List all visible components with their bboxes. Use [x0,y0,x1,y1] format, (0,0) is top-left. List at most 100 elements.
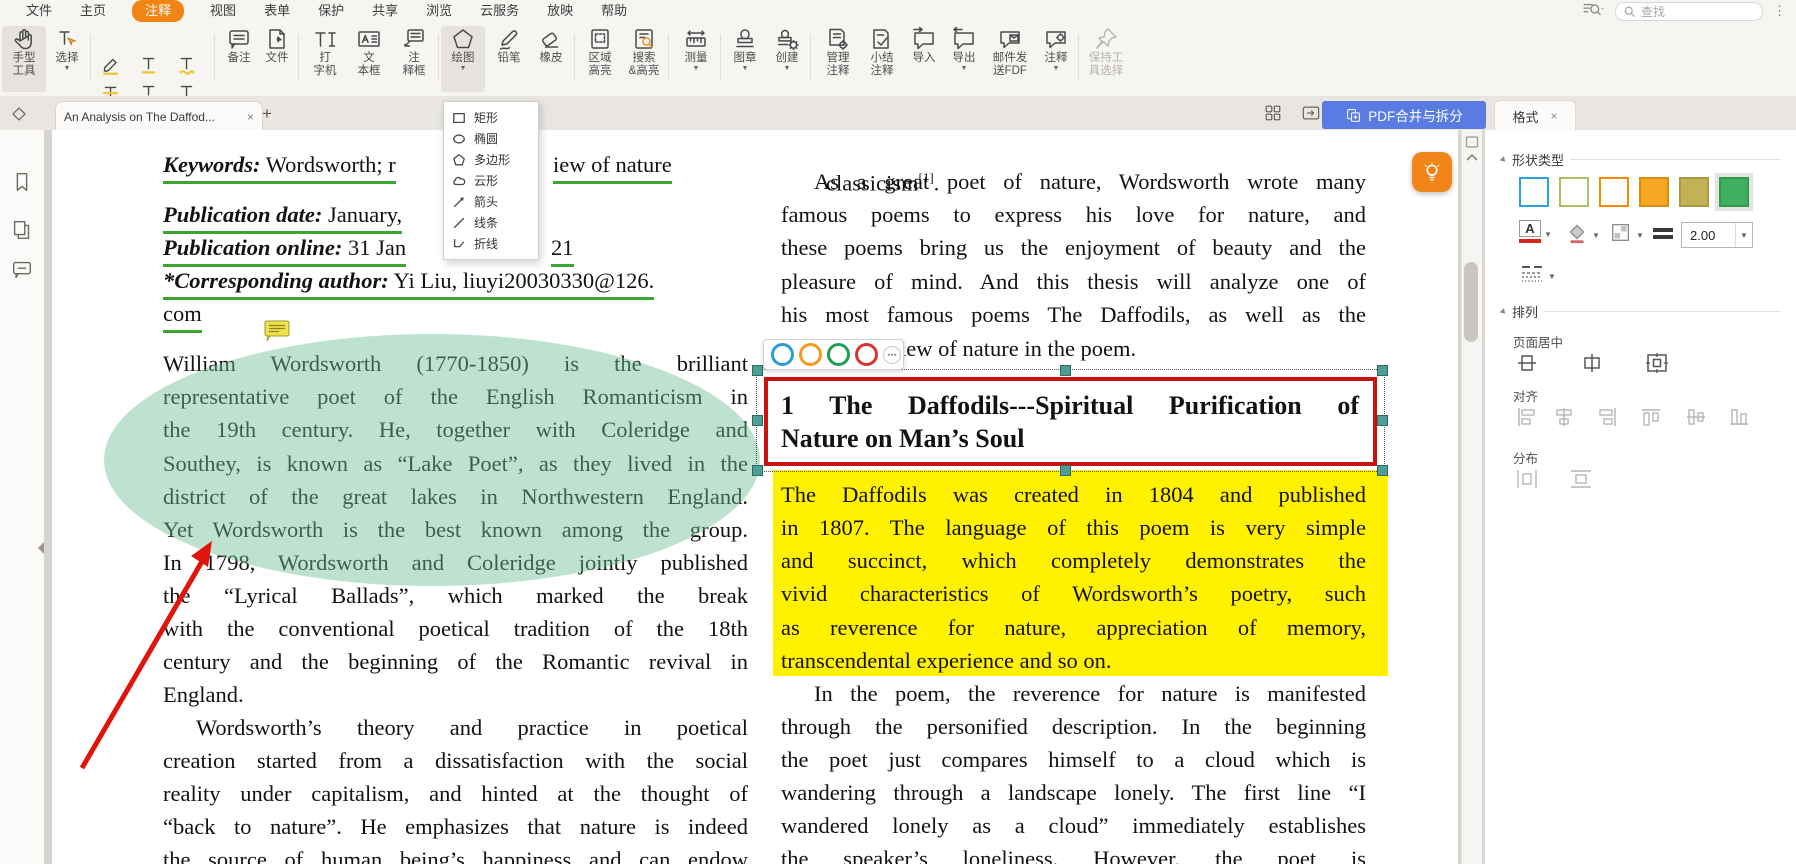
resize-handle[interactable] [1377,365,1388,376]
shape-type-section[interactable]: 形状类型 [1501,150,1781,169]
shape-style-swatch[interactable] [1719,177,1749,207]
hand-tool-button[interactable]: 手型 工具 [2,26,46,92]
area-highlight-button[interactable]: 区域 高亮 [578,26,622,92]
align-bottom-button[interactable] [1727,406,1751,428]
border-color-button[interactable]: A ▼ [1519,220,1552,243]
align-center-horizontal-button[interactable] [1552,406,1576,428]
export-comments-button[interactable]: 导出▼ [944,26,984,92]
align-left-button[interactable] [1515,406,1539,428]
format-tab-close-icon[interactable]: × [1551,109,1558,123]
center-horizontal-button[interactable] [1515,352,1539,374]
draw-button[interactable]: 绘图▼ [441,26,485,92]
textbox-button[interactable]: 文 本框 [348,26,390,92]
draw-menu-item-cloud[interactable]: 云形 [444,170,538,191]
red-rectangle-annotation[interactable] [764,377,1377,466]
summarize-comments-button[interactable]: 小结 注释 [860,26,904,92]
orange-color-swatch[interactable] [799,343,822,366]
draw-menu-item-polyline[interactable]: 折线 [444,233,538,254]
import-comments-button[interactable]: 导入 [904,26,944,92]
menu-item[interactable]: 云服务 [478,1,521,21]
note-button[interactable]: 备注 [220,26,258,92]
document-tab[interactable]: An Analysis on The Daffod... × [55,101,263,131]
align-top-button[interactable] [1639,406,1663,428]
menu-item[interactable]: 主页 [78,1,108,21]
vertical-scrollbar[interactable] [1461,130,1482,864]
resize-handle[interactable] [1060,365,1071,376]
create-stamp-button[interactable]: 创建▼ [766,26,808,92]
resize-handle[interactable] [752,365,763,376]
panel-toggle-icon[interactable] [1300,102,1322,124]
draw-menu-item-ellipse[interactable]: 椭圆 [444,128,538,149]
manage-comments-button[interactable]: 管理 注释 [816,26,860,92]
scrollbar-thumb[interactable] [1464,262,1478,342]
opacity-button[interactable]: ▼ [1609,220,1644,244]
measure-button[interactable]: 测量▼ [674,26,718,92]
scroll-page-icon[interactable] [1465,136,1479,148]
keep-tool-selected-button[interactable]: 保持工 具选择 [1082,26,1130,92]
highlight-tool[interactable] [96,52,126,78]
comments-panel-icon[interactable] [10,258,34,282]
draw-menu-item-polygon[interactable]: 多边形 [444,149,538,170]
resize-handle[interactable] [1377,415,1388,426]
underline-tool[interactable] [134,52,164,78]
pdf-merge-split-button[interactable]: PDF合并与拆分 [1322,101,1486,129]
more-colors-icon[interactable]: ••• [883,346,901,364]
shape-style-swatch[interactable] [1559,177,1589,207]
shape-style-swatch[interactable] [1639,177,1669,207]
scroll-up-icon[interactable] [1465,152,1479,162]
arrange-section[interactable]: 排列 [1501,302,1781,321]
menu-item[interactable]: 表单 [262,1,292,21]
file-attach-button[interactable]: 文件 [258,26,296,92]
email-fdf-button[interactable]: 邮件发 送FDF [984,26,1036,92]
line-style-button[interactable]: ▼ [1519,263,1556,285]
search-highlight-button[interactable]: 搜索 &高亮 [622,26,666,92]
sticky-note-annotation-icon[interactable] [264,320,292,342]
draw-menu-item-line[interactable]: 线条 [444,212,538,233]
center-both-button[interactable] [1645,352,1669,374]
menu-item[interactable]: 视图 [208,1,238,21]
bookmarks-icon[interactable] [10,170,34,194]
shape-style-swatch[interactable] [1519,177,1549,207]
reading-mode-icon[interactable] [1581,1,1605,22]
distribute-horizontal-button[interactable] [1515,468,1539,490]
align-right-button[interactable] [1595,406,1619,428]
page-thumbnails-icon[interactable] [10,218,34,242]
pencil-button[interactable]: 铅笔 [488,26,530,92]
format-panel-tab[interactable]: 格式 × [1494,100,1576,131]
stamp-button[interactable]: 图章▼ [724,26,766,92]
assistant-lightbulb-button[interactable] [1412,152,1452,192]
green-color-swatch[interactable] [827,343,850,366]
menu-item[interactable]: 帮助 [599,1,629,21]
diamond-tool-icon[interactable] [8,103,30,125]
typewriter-button[interactable]: 打 字机 [304,26,346,92]
shape-style-swatch[interactable] [1599,177,1629,207]
align-middle-vertical-button[interactable] [1684,406,1708,428]
callout-button[interactable]: 注 释框 [392,26,436,92]
draw-menu-item-arrow[interactable]: 箭头 [444,191,538,212]
shape-style-swatch[interactable] [1679,177,1709,207]
apps-grid-icon[interactable] [1262,102,1284,124]
fill-color-button[interactable]: ▼ [1565,220,1600,244]
squiggly-tool[interactable] [172,52,202,78]
search-input[interactable]: 查找 [1615,2,1763,21]
menu-item[interactable]: 浏览 [424,1,454,21]
center-vertical-button[interactable] [1580,352,1604,374]
menu-item[interactable]: 保护 [316,1,346,21]
chevron-down-icon[interactable]: ▼ [1735,223,1752,247]
red-color-swatch[interactable] [855,343,878,366]
tab-close-icon[interactable]: × [247,110,254,124]
menu-item[interactable]: 注释 [132,0,184,22]
select-tool-button[interactable]: 选择▼ [48,26,86,92]
eraser-button[interactable]: 橡皮 [530,26,572,92]
resize-handle[interactable] [752,415,763,426]
comment-settings-button[interactable]: 注释▼ [1036,26,1076,92]
color-picker-toolbar[interactable]: ••• [763,339,904,370]
more-menu-icon[interactable]: ⋮ [1773,3,1786,19]
menu-item[interactable]: 放映 [545,1,575,21]
line-width-input[interactable]: 2.00 ▼ [1681,222,1753,248]
add-tab-button[interactable]: + [262,104,272,124]
collapse-sidebar-icon[interactable] [38,542,44,554]
resize-handle[interactable] [1060,465,1071,476]
draw-menu-item-rectangle[interactable]: 矩形 [444,107,538,128]
menu-item[interactable]: 共享 [370,1,400,21]
